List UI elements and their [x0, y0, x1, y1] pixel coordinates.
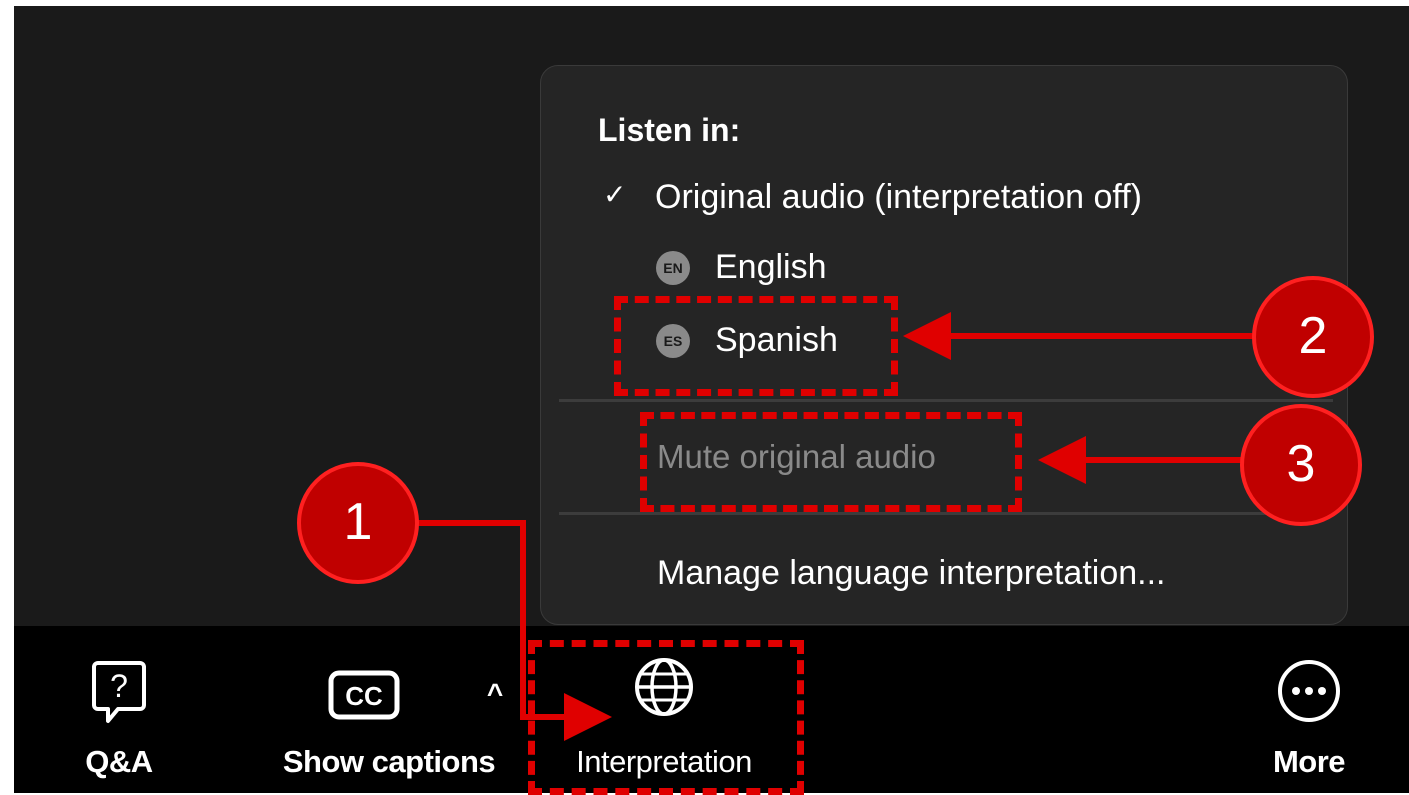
annotation-arrows: [360, 312, 1255, 741]
callout-1: 1: [297, 462, 419, 584]
callout-2: 2: [1252, 276, 1374, 398]
callout-3: 3: [1240, 404, 1362, 526]
